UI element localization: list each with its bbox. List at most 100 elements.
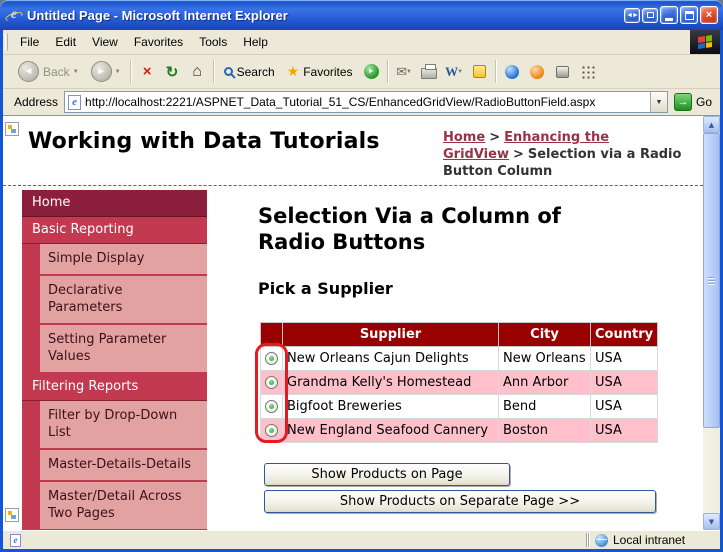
titlebar-extra-button[interactable]	[642, 8, 658, 23]
scroll-up-button[interactable]: ▲	[703, 116, 720, 133]
suppliers-gridview: Supplier City Country New Orleans Cajun …	[260, 322, 658, 443]
back-button[interactable]: ◄ Back ▼	[12, 59, 85, 84]
menu-tools[interactable]: Tools	[191, 30, 235, 54]
menubar-grip[interactable]	[5, 33, 8, 51]
stop-icon: ×	[143, 63, 152, 80]
toolbar-separator	[213, 60, 215, 83]
search-button[interactable]: Search	[218, 63, 281, 81]
supplier-cell: Grandma Kelly's Homestead	[283, 371, 499, 395]
suppliers-table: Supplier City Country New Orleans Cajun …	[260, 322, 658, 443]
toolbar-separator	[387, 60, 389, 83]
refresh-button[interactable]: ↻	[160, 58, 185, 86]
forward-button[interactable]: ► ▼	[85, 59, 127, 84]
minimize-button[interactable]	[660, 6, 678, 24]
edit-icon	[473, 65, 486, 78]
radio-cell	[261, 395, 283, 419]
supplier-radio-button-1[interactable]	[265, 352, 278, 365]
breadcrumb-separator: >	[513, 147, 524, 162]
radio-cell	[261, 371, 283, 395]
sidebar-item-filtering-reports[interactable]: Filtering Reports	[22, 374, 207, 401]
close-button[interactable]: ×	[700, 6, 718, 24]
sidebar-item-simple-display[interactable]: Simple Display	[22, 244, 207, 276]
edit-button[interactable]	[467, 58, 492, 86]
window-controls: ◄► ×	[624, 6, 718, 24]
vertical-scrollbar[interactable]: ▲ ▼	[703, 116, 720, 530]
forward-icon: ►	[91, 61, 112, 82]
sidebar-item-setting-parameter-values[interactable]: Setting Parameter Values	[22, 325, 207, 374]
home-button[interactable]: ⌂	[185, 58, 210, 86]
titlebar[interactable]: e Untitled Page - Microsoft Internet Exp…	[0, 0, 723, 30]
country-cell: USA	[591, 419, 658, 443]
favorites-label: Favorites	[303, 65, 352, 79]
sidebar-item-home[interactable]: Home	[22, 190, 207, 217]
country-cell: USA	[591, 347, 658, 371]
go-label: Go	[696, 95, 712, 109]
supplier-cell: New Orleans Cajun Delights	[283, 347, 499, 371]
messenger-button[interactable]	[500, 58, 525, 86]
table-row: Grandma Kelly's Homestead Ann Arbor USA	[261, 371, 658, 395]
favorites-button[interactable]: ★ Favorites	[281, 61, 359, 82]
media-icon: ►	[364, 64, 379, 79]
titlebar-arrows-button[interactable]: ◄►	[624, 8, 640, 23]
breadcrumb: Home>Enhancing the GridView>Selection vi…	[443, 130, 697, 181]
menu-help[interactable]: Help	[235, 30, 276, 54]
supplier-radio-button-4[interactable]	[265, 424, 278, 437]
menu-view[interactable]: View	[84, 30, 126, 54]
page-corner-image-bottom	[5, 508, 19, 522]
research-button[interactable]	[550, 58, 575, 86]
scroll-down-button[interactable]: ▼	[703, 513, 720, 530]
back-label: Back	[43, 65, 70, 79]
address-url: http://localhost:2221/ASPNET_Data_Tutori…	[85, 95, 650, 109]
supplier-radio-button-3[interactable]	[265, 400, 278, 413]
table-row: Bigfoot Breweries Bend USA	[261, 395, 658, 419]
menu-edit[interactable]: Edit	[47, 30, 84, 54]
sidebar-item-master-detail-two-pages[interactable]: Master/Detail Across Two Pages	[22, 482, 207, 530]
toolbar-separator	[495, 60, 497, 83]
country-cell: USA	[591, 371, 658, 395]
sidebar-menu: Home Basic Reporting Simple Display Decl…	[22, 190, 207, 530]
minimize-icon	[665, 18, 673, 21]
ie-window-icon: e	[6, 7, 22, 23]
sidebar-item-declarative-parameters[interactable]: Declarative Parameters	[22, 276, 207, 325]
msn-button[interactable]	[525, 58, 550, 86]
page-body: Home Basic Reporting Simple Display Decl…	[3, 186, 703, 530]
sidebar-item-filter-by-dropdown-list[interactable]: Filter by Drop-Down List	[22, 401, 207, 450]
maximize-button[interactable]	[680, 6, 698, 24]
go-button[interactable]: → Go	[668, 93, 718, 111]
sidebar-item-master-details-details[interactable]: Master-Details-Details	[22, 450, 207, 482]
breadcrumb-home-link[interactable]: Home	[443, 130, 485, 145]
grid-icon	[580, 64, 595, 79]
mail-button[interactable]: ✉▼	[392, 58, 417, 86]
window-frame: File Edit View Favorites Tools Help ◄ Ba…	[0, 30, 723, 552]
show-products-separate-page-button[interactable]: Show Products on Separate Page >>	[264, 490, 656, 513]
site-header: Working with Data Tutorials Home>Enhanci…	[3, 116, 703, 186]
menu-favorites[interactable]: Favorites	[126, 30, 191, 54]
page-corner-image-top	[5, 122, 19, 136]
scrollbar-thumb[interactable]	[703, 133, 720, 428]
quick-launch-button[interactable]	[575, 58, 600, 86]
back-dropdown-icon: ▼	[73, 69, 79, 75]
messenger-icon	[505, 65, 519, 79]
radio-column-header	[261, 323, 283, 347]
supplier-cell: New England Seafood Cannery	[283, 419, 499, 443]
window-title: Untitled Page - Microsoft Internet Explo…	[27, 8, 624, 23]
msn-icon	[530, 65, 544, 79]
stop-button[interactable]: ×	[135, 58, 160, 86]
edit-word-button[interactable]: W▼	[442, 58, 467, 86]
address-dropdown-button[interactable]: ▼	[650, 92, 667, 112]
print-button[interactable]	[417, 58, 442, 86]
show-products-on-page-button[interactable]: Show Products on Page	[264, 463, 510, 486]
sidebar-item-basic-reporting[interactable]: Basic Reporting	[22, 217, 207, 244]
favorites-star-icon: ★	[287, 63, 300, 80]
mail-dropdown-icon: ▼	[406, 69, 412, 75]
address-label: Address	[14, 95, 58, 109]
supplier-radio-button-2[interactable]	[265, 376, 278, 389]
print-icon	[421, 68, 437, 79]
pick-supplier-heading: Pick a Supplier	[258, 279, 698, 298]
site-title: Working with Data Tutorials	[28, 129, 380, 154]
browser-viewport: Working with Data Tutorials Home>Enhanci…	[3, 116, 720, 530]
back-icon: ◄	[18, 61, 39, 82]
menu-file[interactable]: File	[12, 30, 47, 54]
address-input[interactable]: e http://localhost:2221/ASPNET_Data_Tuto…	[64, 91, 668, 113]
media-button[interactable]: ►	[359, 58, 384, 86]
